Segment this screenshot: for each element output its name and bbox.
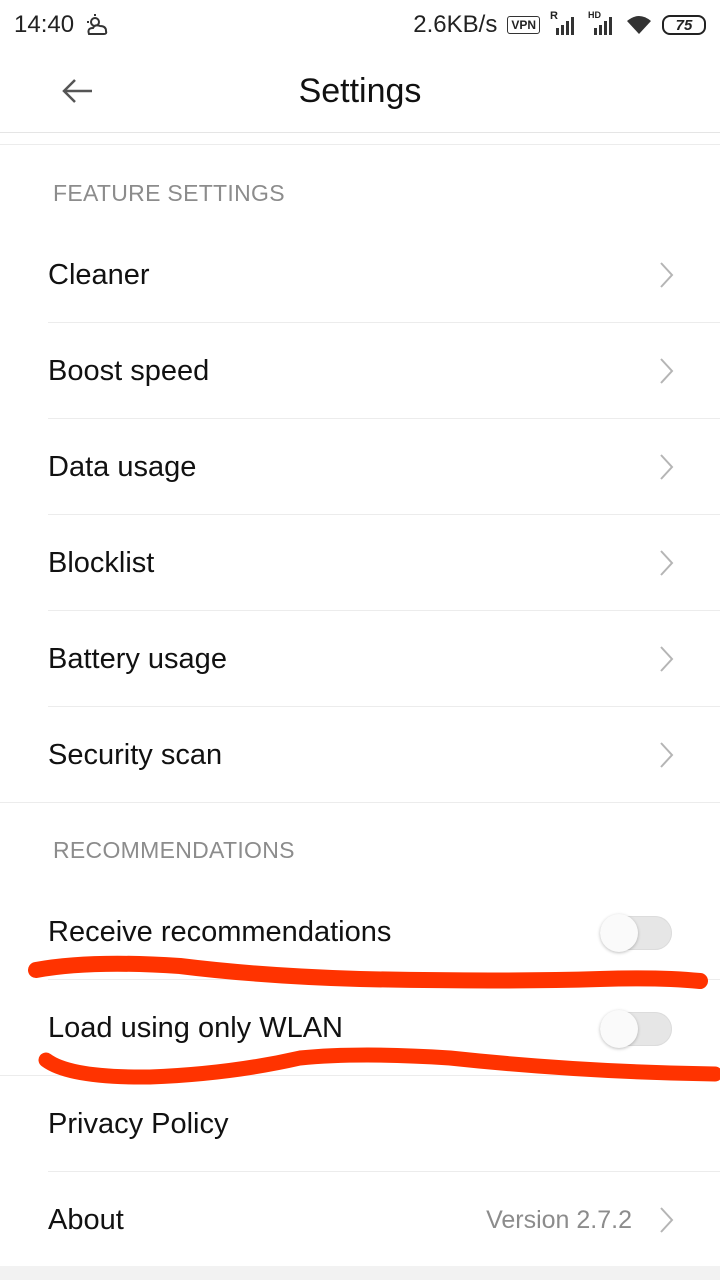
row-divider	[0, 802, 720, 803]
status-bar: 14:40 2.6KB/s VPN R HD 75	[0, 0, 720, 50]
settings-item-data-usage[interactable]: Data usage	[0, 419, 720, 515]
status-time: 14:40	[14, 11, 75, 38]
wifi-icon	[627, 16, 651, 34]
network-speed: 2.6KB/s	[413, 11, 498, 38]
version-text: Version 2.7.2	[486, 1206, 632, 1234]
chevron-right-icon	[660, 742, 674, 768]
item-label: Security scan	[48, 739, 223, 771]
item-label: Privacy Policy	[48, 1108, 229, 1140]
toggle-knob	[600, 914, 638, 952]
section-label-feature-settings: FEATURE SETTINGS	[53, 180, 285, 206]
chevron-right-icon	[660, 550, 674, 576]
item-label: Receive recommendations	[48, 916, 392, 948]
settings-item-load-wlan-only: Load using only WLAN	[0, 980, 720, 1076]
settings-item-boost-speed[interactable]: Boost speed	[0, 323, 720, 419]
section-label-recommendations: RECOMMENDATIONS	[53, 837, 295, 863]
settings-item-security-scan[interactable]: Security scan	[0, 707, 720, 803]
settings-item-battery-usage[interactable]: Battery usage	[0, 611, 720, 707]
header-divider-secondary	[0, 144, 720, 145]
settings-item-cleaner[interactable]: Cleaner	[0, 227, 720, 323]
item-label: Boost speed	[48, 355, 210, 387]
settings-item-privacy-policy[interactable]: Privacy Policy	[0, 1076, 720, 1172]
chevron-right-icon	[660, 646, 674, 672]
chevron-right-icon	[660, 262, 674, 288]
battery-indicator: 75	[662, 15, 706, 35]
app-header: Settings	[0, 50, 720, 132]
settings-item-blocklist[interactable]: Blocklist	[0, 515, 720, 611]
weather-cloud-icon	[87, 14, 108, 35]
page-title: Settings	[298, 72, 422, 110]
item-label: About	[48, 1204, 124, 1236]
vpn-badge: VPN	[507, 16, 540, 34]
signal-hd-icon: HD	[588, 10, 616, 36]
signal-icon: R	[550, 10, 578, 36]
item-label: Battery usage	[48, 643, 227, 675]
settings-item-about[interactable]: About Version 2.7.2	[0, 1172, 720, 1268]
header-divider	[0, 132, 720, 133]
load-wlan-only-toggle[interactable]	[600, 1010, 672, 1048]
receive-recommendations-toggle[interactable]	[600, 914, 672, 952]
bottom-edge	[0, 1266, 720, 1280]
item-label: Blocklist	[48, 547, 155, 579]
toggle-knob	[600, 1010, 638, 1048]
chevron-right-icon	[660, 358, 674, 384]
item-label: Load using only WLAN	[48, 1012, 343, 1044]
item-label: Cleaner	[48, 259, 150, 291]
item-label: Data usage	[48, 451, 197, 483]
chevron-right-icon	[660, 454, 674, 480]
settings-item-receive-recommendations: Receive recommendations	[0, 884, 720, 980]
chevron-right-icon	[660, 1207, 674, 1233]
